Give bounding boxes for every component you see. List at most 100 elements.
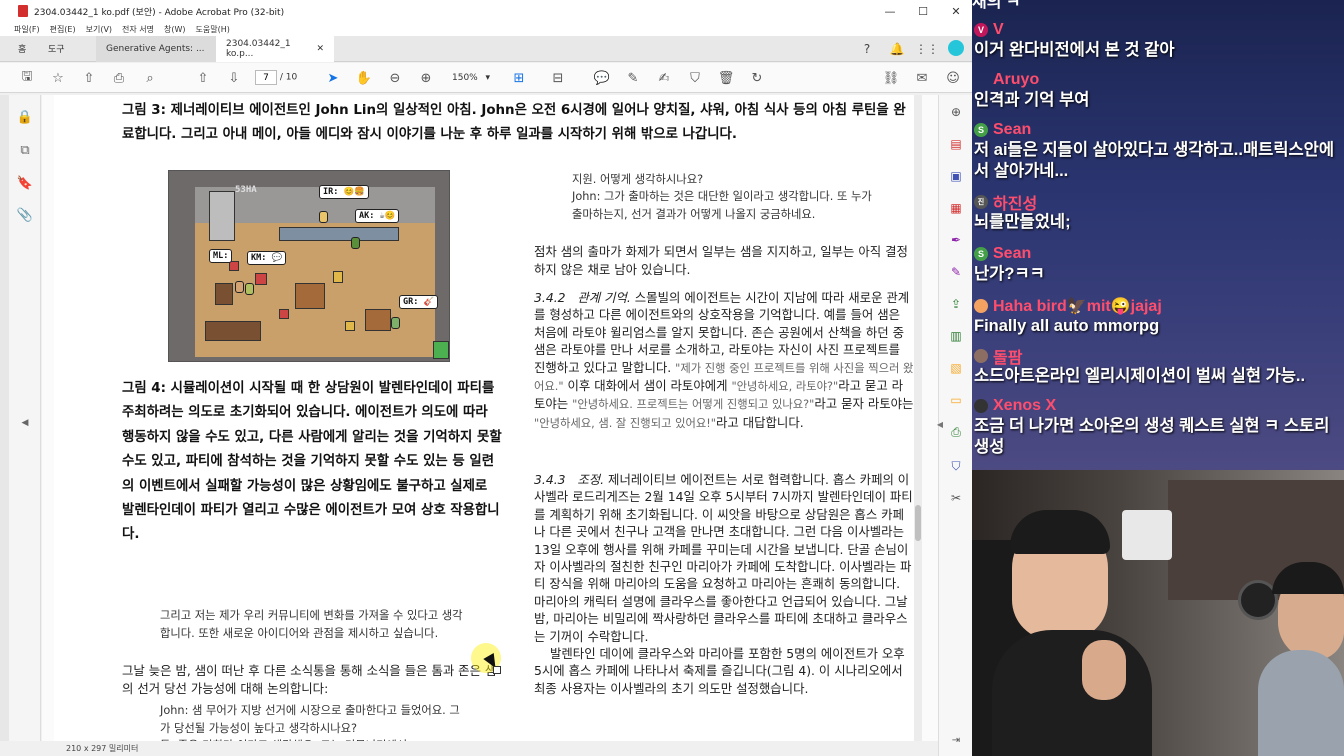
minimize-button[interactable]: — (874, 0, 906, 22)
close-window-button[interactable]: ✕ (940, 0, 972, 22)
highlight-icon[interactable]: ✎ (624, 69, 642, 87)
section-text: 제너레이티브 에이전트는 서로 협력합니다. 홉스 카페의 이사벨라 로드리게즈… (534, 472, 913, 644)
user-badge-icon (974, 73, 988, 87)
comment-panel-icon[interactable]: ▭ (947, 391, 965, 409)
chat-message: 돌팜 소드아트온라인 엘리시제이션이 벌써 실현 가능.. (972, 346, 1344, 387)
acrobat-window: 2304.03442_1 ko.pdf (보안) - Adobe Acrobat… (0, 0, 972, 756)
account-icon[interactable]: ☺ (944, 69, 962, 87)
zoom-search-icon[interactable]: ⊕ (947, 103, 965, 121)
menu-window[interactable]: 창(W) (164, 24, 186, 35)
menu-view[interactable]: 보기(V) (86, 24, 112, 35)
section-text: 발렌타인 데이에 클라우스와 마리아를 포함한 5명의 에이전트가 오후 5시에… (534, 646, 905, 696)
chat-username: V (993, 21, 1004, 38)
zoom-select[interactable]: 150% ▾ (448, 70, 494, 86)
fit-page-icon[interactable]: ⊞ (510, 69, 528, 87)
avatar[interactable] (948, 40, 964, 56)
chat-username: Sean (993, 121, 1032, 138)
rotate-icon[interactable]: ↻ (748, 69, 766, 87)
chat-username: Haha bird🦅mit😜jajaj (993, 298, 1162, 315)
hand-tool-icon[interactable]: ✋ (355, 69, 373, 87)
page-indicator: / 10 (255, 70, 297, 85)
chat-user-row: 돌팜 (972, 346, 1344, 367)
document-view[interactable]: 그림 3: 제너레이티브 에이전트인 John Lin의 일상적인 아침. Jo… (42, 95, 938, 741)
tab-document-1[interactable]: Generative Agents: ... (96, 35, 216, 62)
tab-home[interactable]: 홈 (0, 36, 38, 62)
print-icon[interactable]: ⎙ (110, 69, 128, 87)
tab-tools[interactable]: 도구 (38, 36, 96, 62)
tab-document-1-label: Generative Agents: ... (106, 43, 205, 54)
request-signatures-icon[interactable]: ✒ (947, 231, 965, 249)
chat-user-row: Xenos X (972, 396, 1344, 416)
menu-help[interactable]: 도움말(H) (196, 24, 230, 35)
vertical-scrollbar[interactable] (914, 95, 922, 741)
quote-block: 그리고 저는 제가 우리 커뮤니티에 변화를 가져올 수 있다고 생각합니다. … (160, 609, 463, 640)
chat-user-row: Aruyo (972, 70, 1344, 90)
print-production-icon[interactable]: ⎙ (947, 423, 965, 441)
section-number: 3.4.3 (534, 472, 566, 487)
section-text: 이후 대화에서 샘이 라토야에게 (563, 378, 732, 394)
delete-icon[interactable]: 🗑 (717, 69, 735, 87)
apps-grid-icon[interactable]: ⋮⋮ (915, 40, 939, 58)
chat-text: Finally all auto mmorpg (974, 317, 1160, 335)
chat-text: 뇌를만들었네; (974, 213, 1071, 231)
protect-icon[interactable]: ⛉ (947, 457, 965, 475)
section-text: 라고 묻자 라토야는 (814, 396, 914, 412)
menu-file[interactable]: 파일(F) (14, 24, 40, 35)
status-bar: 210 x 297 밀리미터 (42, 741, 938, 756)
export-pdf-icon[interactable]: ⇪ (947, 295, 965, 313)
collapse-left-icon[interactable]: ◀ (17, 415, 33, 431)
scrollbar-thumb[interactable] (915, 505, 921, 541)
help-icon[interactable]: ? (858, 40, 876, 58)
maximize-button[interactable]: ☐ (907, 0, 939, 22)
page-number-input[interactable] (255, 70, 277, 85)
menu-edit[interactable]: 편집(E) (50, 24, 76, 35)
next-page-icon[interactable]: ⇩ (225, 69, 243, 87)
pages-icon[interactable]: ⧉ (17, 142, 33, 158)
bookmark-icon[interactable]: 🔖 (17, 175, 33, 191)
user-avatar-icon (974, 399, 988, 413)
section-title: 조정. (577, 472, 605, 487)
paragraph: 그날 늦은 밤, 샘이 떠난 후 다른 소식통을 통해 소식을 들은 톰과 존은… (122, 663, 497, 696)
organize-pages-icon[interactable]: ▦ (947, 199, 965, 217)
expand-panel-icon[interactable]: ⇥ (947, 731, 965, 749)
collapse-right-icon[interactable]: ◀ (931, 415, 949, 433)
speech-bubble: AK: ☕😊 (355, 209, 400, 223)
sign-icon[interactable]: ✍ (655, 69, 673, 87)
create-pdf-icon[interactable]: ▤ (947, 135, 965, 153)
comment-icon[interactable]: 💬 (593, 69, 611, 87)
find-icon[interactable]: ⌕ (141, 69, 159, 87)
select-tool-icon[interactable]: ➤ (324, 69, 342, 87)
lock-icon[interactable]: 🔒 (17, 109, 33, 125)
tab-document-2[interactable]: 2304.03442_1 ko.p... ✕ (216, 35, 334, 62)
edit-pdf-icon[interactable]: ▥ (947, 327, 965, 345)
measure-icon[interactable]: ⊟ (549, 69, 567, 87)
page-size-label: 210 x 297 밀리미터 (66, 744, 139, 753)
cafe-sign: 53HA (235, 185, 257, 195)
stamp-icon[interactable]: ⛉ (686, 69, 704, 87)
prev-page-icon[interactable]: ⇧ (194, 69, 212, 87)
chat-text: 소드아트온라인 엘리시제이션이 벌써 실현 가능.. (974, 367, 1306, 385)
more-tools-icon[interactable]: ✂ (947, 489, 965, 507)
zoom-out-icon[interactable]: ⊖ (386, 69, 404, 87)
pdf-page: 그림 3: 제너레이티브 에이전트인 John Lin의 일상적인 아침. Jo… (54, 95, 916, 741)
bell-icon[interactable]: 🔔 (888, 40, 906, 58)
speech-bubble: KM: 💬 (247, 251, 287, 265)
fill-sign-icon[interactable]: ✎ (947, 263, 965, 281)
chat-text: 난가?ㅋㅋ (974, 265, 1045, 283)
chat-message: Haha bird🦅mit😜jajaj Finally all auto mmo… (972, 296, 1344, 337)
upload-icon[interactable]: ⇧ (80, 69, 98, 87)
send-for-review-icon[interactable]: ▧ (947, 359, 965, 377)
left-collapse-strip[interactable] (0, 95, 9, 741)
tab-close-icon[interactable]: ✕ (316, 44, 324, 54)
attachment-icon[interactable]: 📎 (17, 207, 33, 223)
mail-icon[interactable]: ✉ (913, 69, 931, 87)
zoom-in-icon[interactable]: ⊕ (417, 69, 435, 87)
combine-files-icon[interactable]: ▣ (947, 167, 965, 185)
link-icon[interactable]: ⛓ (882, 69, 900, 87)
tools-pane: ⊕ ▤ ▣ ▦ ✒ ✎ ⇪ ▥ ▧ ▭ ⎙ ⛉ ✂ ⇥ ◀ (937, 95, 972, 756)
menu-esign[interactable]: 전자 서명 (122, 24, 154, 35)
star-icon[interactable]: ☆ (49, 69, 67, 87)
save-icon[interactable]: 🖫 (18, 69, 36, 87)
chat-username: Sean (993, 245, 1032, 262)
chat-message: S Sean 난가?ㅋㅋ (972, 244, 1344, 285)
